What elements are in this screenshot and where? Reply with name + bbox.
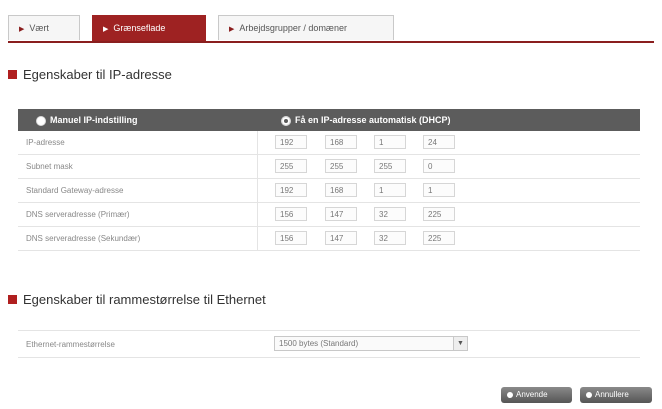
ip-octet-4[interactable] <box>423 135 455 149</box>
section-bullet-icon <box>8 70 17 79</box>
gateway-octet-4[interactable] <box>423 183 455 197</box>
tab-underline <box>8 41 654 43</box>
section-bullet-icon <box>8 295 17 304</box>
subnet-octet-3[interactable] <box>374 159 406 173</box>
ethernet-frame-row: Ethernet-rammestørrelse 1500 bytes (Stan… <box>18 330 640 358</box>
gateway-row: Standard Gateway-adresse <box>18 179 640 203</box>
chevron-right-icon: ▶ <box>19 26 25 33</box>
column-divider <box>257 227 258 250</box>
ethernet-section-title-text: Egenskaber til rammestørrelse til Ethern… <box>23 292 266 307</box>
radio-unselected-icon <box>281 115 291 126</box>
ip-settings-table: Manuel IP-indstilling Få en IP-adresse a… <box>18 109 640 251</box>
dhcp-radio[interactable]: Få en IP-adresse automatisk (DHCP) <box>281 115 451 126</box>
ip-address-label: IP-adresse <box>26 138 65 147</box>
chevron-right-icon: ▶ <box>103 26 109 33</box>
chevron-right-icon: ▶ <box>229 26 235 33</box>
dns-secondary-octet-2[interactable] <box>325 231 357 245</box>
column-divider <box>257 131 258 154</box>
dns-primary-label: DNS serveradresse (Primær) <box>26 210 130 219</box>
ip-octet-2[interactable] <box>325 135 357 149</box>
dns-primary-octet-1[interactable] <box>275 207 307 221</box>
tab-workgroups-domains[interactable]: ▶ Arbejdsgrupper / domæner <box>218 15 394 40</box>
dns-secondary-row: DNS serveradresse (Sekundær) <box>18 227 640 251</box>
ip-section-title-text: Egenskaber til IP-adresse <box>23 67 172 82</box>
ethernet-frame-select[interactable]: 1500 bytes (Standard) ▼ <box>274 336 468 351</box>
radio-selected-icon <box>36 115 46 126</box>
tab-interface[interactable]: ▶ Grænseflade <box>92 15 206 42</box>
subnet-mask-label: Subnet mask <box>26 162 73 171</box>
subnet-octet-2[interactable] <box>325 159 357 173</box>
column-divider <box>257 155 258 178</box>
subnet-mask-row: Subnet mask <box>18 155 640 179</box>
bullet-icon <box>586 391 592 398</box>
ip-octet-1[interactable] <box>275 135 307 149</box>
ip-octet-3[interactable] <box>374 135 406 149</box>
manual-ip-label: Manuel IP-indstilling <box>50 115 138 125</box>
subnet-octet-4[interactable] <box>423 159 455 173</box>
dns-primary-octet-3[interactable] <box>374 207 406 221</box>
tab-interface-label: Grænseflade <box>113 23 166 33</box>
apply-button[interactable]: Anvende <box>501 387 572 403</box>
tab-host-label: Vært <box>29 23 49 33</box>
dns-primary-octet-4[interactable] <box>423 207 455 221</box>
column-divider <box>257 203 258 226</box>
ip-mode-header: Manuel IP-indstilling Få en IP-adresse a… <box>18 109 640 131</box>
dns-secondary-octet-4[interactable] <box>423 231 455 245</box>
ethernet-frame-value: 1500 bytes (Standard) <box>279 339 359 348</box>
apply-button-label: Anvende <box>516 390 548 399</box>
cancel-button[interactable]: Annullere <box>580 387 652 403</box>
cancel-button-label: Annullere <box>595 390 629 399</box>
ethernet-section-title: Egenskaber til rammestørrelse til Ethern… <box>8 292 266 307</box>
tab-bar: ▶ Vært ▶ Grænseflade ▶ Arbejdsgrupper / dom… <box>8 15 654 42</box>
dns-secondary-octet-1[interactable] <box>275 231 307 245</box>
ethernet-frame-label: Ethernet-rammestørrelse <box>26 340 115 349</box>
gateway-label: Standard Gateway-adresse <box>26 186 124 195</box>
tab-workgroups-label: Arbejdsgrupper / domæner <box>239 23 347 33</box>
gateway-octet-3[interactable] <box>374 183 406 197</box>
chevron-down-icon[interactable]: ▼ <box>453 337 467 350</box>
dhcp-label: Få en IP-adresse automatisk (DHCP) <box>295 115 451 125</box>
column-divider <box>257 179 258 202</box>
dns-secondary-octet-3[interactable] <box>374 231 406 245</box>
gateway-octet-1[interactable] <box>275 183 307 197</box>
ip-address-row: IP-adresse <box>18 131 640 155</box>
subnet-octet-1[interactable] <box>275 159 307 173</box>
bullet-icon <box>507 391 513 398</box>
manual-ip-radio[interactable]: Manuel IP-indstilling <box>36 115 138 126</box>
dns-primary-row: DNS serveradresse (Primær) <box>18 203 640 227</box>
gateway-octet-2[interactable] <box>325 183 357 197</box>
dns-primary-octet-2[interactable] <box>325 207 357 221</box>
tab-host[interactable]: ▶ Vært <box>8 15 80 40</box>
ip-section-title: Egenskaber til IP-adresse <box>8 67 172 82</box>
dns-secondary-label: DNS serveradresse (Sekundær) <box>26 234 141 243</box>
